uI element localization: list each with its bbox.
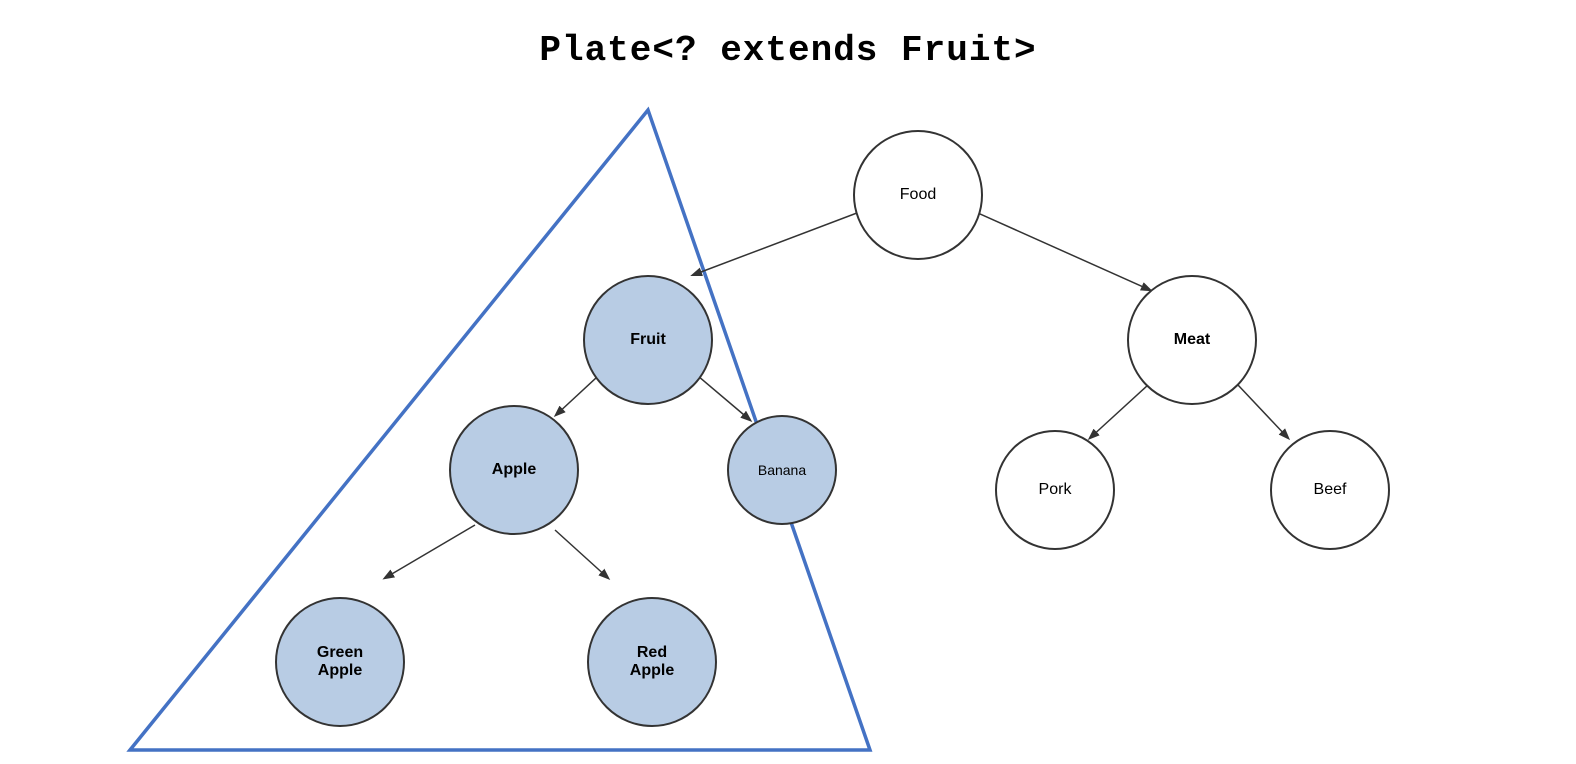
diagram-svg xyxy=(0,0,1576,764)
node-pork: Pork xyxy=(995,430,1115,550)
node-apple: Apple xyxy=(449,405,579,535)
node-green-apple: Green Apple xyxy=(275,597,405,727)
node-beef: Beef xyxy=(1270,430,1390,550)
node-red-apple: Red Apple xyxy=(587,597,717,727)
node-food: Food xyxy=(853,130,983,260)
node-fruit: Fruit xyxy=(583,275,713,405)
page-title: Plate<? extends Fruit> xyxy=(0,0,1576,71)
node-meat: Meat xyxy=(1127,275,1257,405)
node-banana: Banana xyxy=(727,415,837,525)
